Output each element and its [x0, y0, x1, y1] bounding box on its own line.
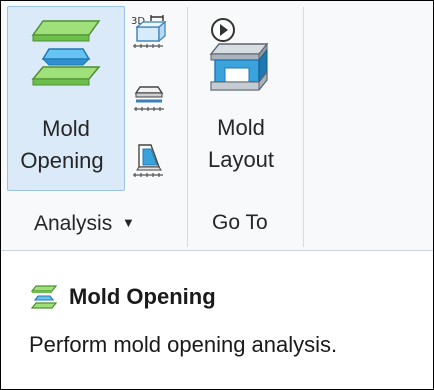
goto-group-label: Go To	[212, 211, 268, 234]
mold-layout-icon	[209, 18, 269, 91]
group-separator-right	[303, 7, 304, 247]
dropdown-arrow-icon: ▼	[122, 215, 135, 230]
app-frame: Mold Opening 3D Mold Layout Analysis ▼ G…	[0, 0, 434, 390]
analysis-group-text: Analysis	[34, 212, 113, 235]
mold-layout-label-line1: Mold	[217, 115, 265, 140]
mold-opening-label-line1: Mold	[42, 116, 90, 141]
3d-measure-icon: 3D	[131, 15, 167, 48]
mold-layout-label-line2: Layout	[207, 147, 275, 172]
mold-opening-small-icon	[30, 285, 58, 309]
mold-layout-button[interactable]: Mold Layout	[193, 6, 289, 191]
ribbon-border	[1, 250, 433, 251]
analysis-group-label[interactable]: Analysis ▼	[34, 209, 135, 238]
interference-check-icon	[134, 86, 164, 111]
group-separator	[187, 7, 188, 247]
ribbon-panel: Mold Opening 3D Mold Layout Analysis ▼ G…	[1, 1, 433, 251]
tooltip-title: Mold Opening	[69, 284, 216, 309]
tooltip-description: Perform mold opening analysis.	[29, 332, 338, 357]
mold-opening-button[interactable]: Mold Opening	[7, 6, 125, 191]
3d-measure-button[interactable]: 3D	[129, 13, 167, 53]
mold-opening-label-line2: Opening	[20, 148, 104, 173]
draft-check-icon	[133, 144, 163, 177]
interference-check-button[interactable]	[130, 79, 166, 119]
draft-check-button[interactable]	[129, 139, 167, 181]
mold-opening-icon	[31, 20, 101, 86]
